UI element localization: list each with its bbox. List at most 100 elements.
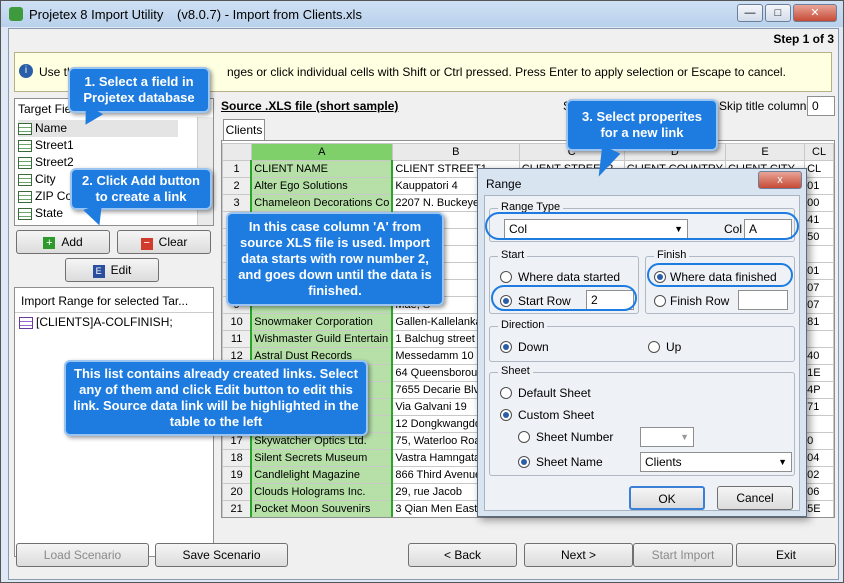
import-range-header: Import Range for selected Tar... xyxy=(21,294,189,308)
sheet-name-select[interactable]: Clients xyxy=(640,452,792,472)
info-icon: i xyxy=(19,64,33,78)
table-cell[interactable]: 06 xyxy=(804,483,834,501)
row-number[interactable]: 2 xyxy=(222,177,252,195)
column-header[interactable]: CL xyxy=(804,143,834,161)
ok-button[interactable]: OK xyxy=(629,486,705,510)
sheet-number-label: Sheet Number xyxy=(536,430,614,444)
column-header[interactable]: A xyxy=(250,143,393,161)
table-cell[interactable]: Silent Secrets Museum xyxy=(250,449,394,467)
table-icon xyxy=(18,122,32,135)
column-header[interactable]: B xyxy=(391,143,520,161)
table-cell[interactable]: 40 xyxy=(804,347,834,365)
sheet-number-select[interactable] xyxy=(640,427,694,447)
add-button[interactable]: + Add xyxy=(16,230,110,254)
default-sheet-radio[interactable] xyxy=(500,387,512,399)
save-scenario-button[interactable]: Save Scenario xyxy=(155,543,288,567)
row-number[interactable]: 20 xyxy=(222,483,252,501)
table-cell[interactable] xyxy=(804,330,834,348)
table-cell[interactable]: Candlelight Magazine xyxy=(250,466,394,484)
table-cell[interactable] xyxy=(804,415,834,433)
table-cell[interactable]: 71 xyxy=(804,398,834,416)
table-cell[interactable]: 04 xyxy=(804,449,834,467)
grid-corner[interactable] xyxy=(222,143,252,161)
row-number[interactable]: 10 xyxy=(222,313,252,331)
table-cell[interactable] xyxy=(804,245,834,263)
target-field-city[interactable]: City xyxy=(18,171,56,188)
table-cell[interactable]: 07 xyxy=(804,279,834,297)
table-cell[interactable]: Clouds Holograms Inc. xyxy=(250,483,394,501)
table-icon xyxy=(18,190,32,203)
table-cell[interactable]: Chameleon Decorations Co xyxy=(250,194,394,212)
highlight-start-row xyxy=(491,285,637,311)
down-label: Down xyxy=(518,340,549,354)
target-field-street2[interactable]: Street2 xyxy=(18,154,74,171)
callout-links-list: This list contains already created links… xyxy=(64,360,368,436)
row-number[interactable]: 21 xyxy=(222,500,252,517)
table-cell[interactable]: 02 xyxy=(804,466,834,484)
up-radio[interactable] xyxy=(648,341,660,353)
table-cell[interactable]: Wishmaster Guild Entertain xyxy=(250,330,394,348)
table-cell[interactable]: 5E xyxy=(804,500,834,517)
next-button[interactable]: Next > xyxy=(524,543,633,567)
clear-button[interactable]: − Clear xyxy=(117,230,211,254)
target-field-zip[interactable]: ZIP Co xyxy=(18,188,72,205)
column-header[interactable]: E xyxy=(724,143,806,161)
start-import-button[interactable]: Start Import xyxy=(633,543,733,567)
dialog-title: Range xyxy=(486,177,522,191)
cancel-button[interactable]: Cancel xyxy=(717,486,793,510)
maximize-button[interactable]: □ xyxy=(765,4,791,22)
exit-button[interactable]: Exit xyxy=(736,543,836,567)
import-range-item[interactable]: [CLIENTS]A-COLFINISH; xyxy=(19,314,173,331)
callout-select-properties: 3. Select properites for a new link xyxy=(566,99,718,151)
row-number[interactable]: 11 xyxy=(222,330,252,348)
step-indicator: Step 1 of 3 xyxy=(773,32,834,46)
table-cell[interactable]: 01 xyxy=(804,177,834,195)
target-field-state[interactable]: State xyxy=(18,205,63,222)
close-button[interactable]: ✕ xyxy=(793,4,837,22)
table-icon xyxy=(18,173,32,186)
tab-clients[interactable]: Clients xyxy=(223,119,265,141)
skip-title-input[interactable]: 0 xyxy=(807,96,835,116)
table-cell[interactable]: CL xyxy=(804,160,834,178)
table-cell[interactable]: 07 xyxy=(804,296,834,314)
finish-row-input[interactable] xyxy=(738,290,788,310)
row-number[interactable]: 18 xyxy=(222,449,252,467)
info-text-right: nges or click individual cells with Shif… xyxy=(227,65,786,79)
table-cell[interactable]: 50 xyxy=(804,228,834,246)
table-cell[interactable]: 81 xyxy=(804,313,834,331)
app-icon xyxy=(9,7,23,21)
minimize-button[interactable]: — xyxy=(737,4,763,22)
row-number[interactable]: 3 xyxy=(222,194,252,212)
title-bar: Projetex 8 Import Utility (v8.0.7) - Imp… xyxy=(1,1,843,27)
table-cell[interactable]: CLIENT NAME xyxy=(250,160,394,178)
dialog-close-button[interactable]: x xyxy=(758,171,802,189)
down-radio[interactable] xyxy=(500,341,512,353)
target-field-street1[interactable]: Street1 xyxy=(18,137,74,154)
edit-button[interactable]: E Edit xyxy=(65,258,159,282)
back-button[interactable]: < Back xyxy=(408,543,517,567)
table-cell[interactable]: 00 xyxy=(804,194,834,212)
table-cell[interactable]: 1E xyxy=(804,364,834,382)
highlight-range-type xyxy=(485,212,799,240)
finish-row-radio[interactable] xyxy=(654,295,666,307)
where-data-started-label: Where data started xyxy=(518,270,621,284)
sheet-name-radio[interactable] xyxy=(518,456,530,468)
custom-sheet-radio[interactable] xyxy=(500,409,512,421)
source-title: Source .XLS file (short sample) xyxy=(221,99,399,113)
load-scenario-button[interactable]: Load Scenario xyxy=(16,543,149,567)
header-divider xyxy=(15,312,213,313)
where-data-started-radio[interactable] xyxy=(500,271,512,283)
plus-icon: + xyxy=(43,237,56,249)
row-number[interactable]: 1 xyxy=(222,160,252,178)
table-cell[interactable]: 41 xyxy=(804,211,834,229)
table-cell[interactable]: Snowmaker Corporation xyxy=(250,313,394,331)
row-number[interactable]: 19 xyxy=(222,466,252,484)
table-cell[interactable]: 0 xyxy=(804,432,834,450)
table-cell[interactable]: 01 xyxy=(804,262,834,280)
sheet-number-radio[interactable] xyxy=(518,431,530,443)
direction-legend: Direction xyxy=(498,319,548,331)
table-cell[interactable]: Pocket Moon Souvenirs xyxy=(250,500,394,517)
table-icon xyxy=(18,207,32,220)
table-cell[interactable]: 4P xyxy=(804,381,834,399)
table-cell[interactable]: Alter Ego Solutions xyxy=(250,177,394,195)
